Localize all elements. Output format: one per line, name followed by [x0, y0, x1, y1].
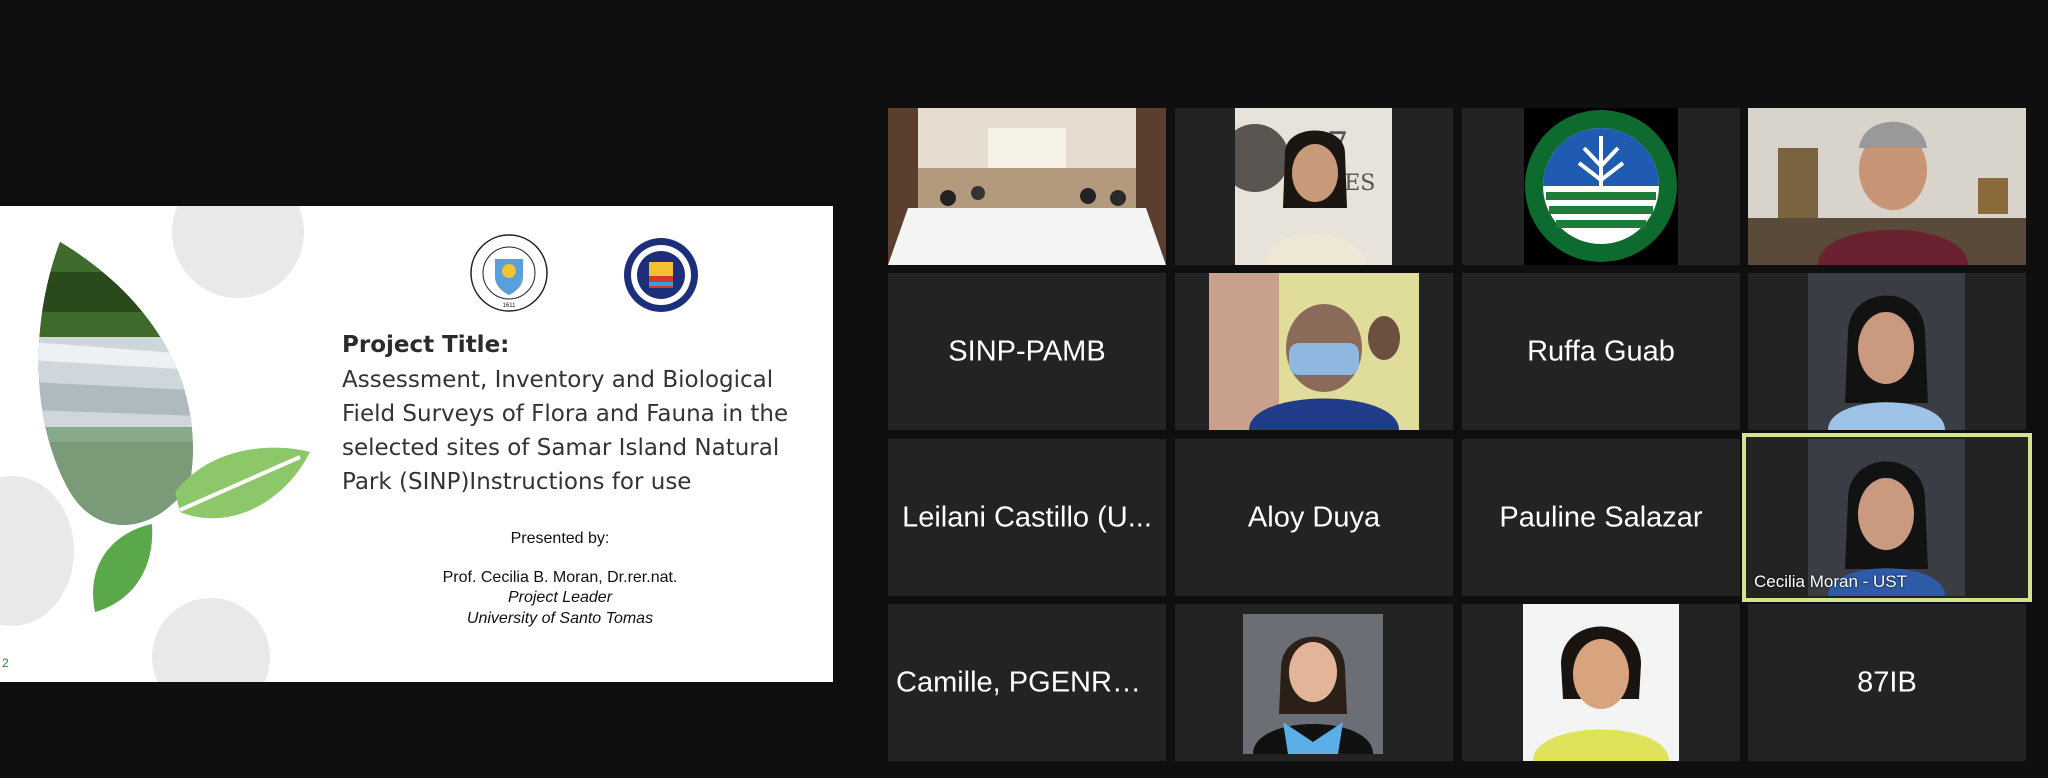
- participant-name: 87IB: [1857, 666, 1917, 698]
- participant-tile-aloy-duya[interactable]: Aloy Duya: [1175, 439, 1453, 596]
- svg-text:1611: 1611: [503, 303, 517, 309]
- participant-tile-pauline-salazar[interactable]: Pauline Salazar: [1462, 439, 1740, 596]
- participant-tile-ruffa-guab[interactable]: Ruffa Guab: [1462, 273, 1740, 430]
- participant-tile-yellow-shirt[interactable]: [1462, 604, 1740, 761]
- woman-participant-video: 17 NES: [1235, 108, 1392, 265]
- participant-tile-sinp-pamb[interactable]: SINP-PAMB: [888, 273, 1166, 430]
- participant-tile-camille-pgenro[interactable]: Camille, PGENRO...: [888, 604, 1166, 761]
- slide-institution: University of Santo Tomas: [466, 610, 654, 627]
- participant-name: Leilani Castillo (U...: [902, 501, 1152, 533]
- participant-name: SINP-PAMB: [948, 335, 1106, 367]
- participant-name: Ruffa Guab: [1527, 335, 1675, 367]
- participant-tile-denr[interactable]: [1462, 108, 1740, 265]
- slide-leaf-illustration: [38, 242, 310, 612]
- participant-tile-graduation-portrait[interactable]: [1175, 604, 1453, 761]
- leaf-dark: [93, 524, 153, 612]
- woman-portrait-photo: [1808, 273, 1965, 430]
- participant-tile-leilani-castillo[interactable]: Leilani Castillo (U...: [888, 439, 1166, 596]
- graduation-portrait-photo: [1243, 614, 1383, 754]
- ust-seal-logo: 1611: [470, 234, 548, 312]
- participant-tile-woman[interactable]: 17 NES: [1175, 108, 1453, 265]
- participant-tile-87ib[interactable]: 87IB: [1748, 604, 2026, 761]
- participant-name: Pauline Salazar: [1499, 501, 1703, 533]
- denr-logo: [1524, 108, 1678, 265]
- participant-name-label: Cecilia Moran - UST: [1754, 572, 1908, 591]
- participant-tile-woman-portrait[interactable]: [1748, 273, 2026, 430]
- participant-tile-cecilia-moran-active[interactable]: Cecilia Moran - UST: [1742, 433, 2032, 602]
- slide-title: Project Title:: [342, 332, 510, 358]
- participant-tile-masked[interactable]: [1175, 273, 1453, 430]
- slide-project-title: Assessment, Inventory and Biological Fie…: [342, 367, 789, 495]
- masked-participant-video: [1209, 273, 1419, 430]
- slide-role: Project Leader: [507, 589, 613, 606]
- participant-tile-conference-room[interactable]: [888, 108, 1166, 265]
- slide-presenter: Prof. Cecilia B. Moran, Dr.rer.nat.: [442, 569, 678, 586]
- conference-room-video: [888, 108, 1166, 265]
- participant-tile-man[interactable]: [1748, 108, 2026, 265]
- slide-page-number: 2: [2, 656, 9, 670]
- slide-presented-by: Presented by:: [510, 530, 610, 547]
- participant-name: Camille, PGENRO...: [896, 666, 1159, 698]
- yellow-shirt-portrait-photo: [1523, 604, 1679, 761]
- shared-slide: 1611 Project Title: Assessment, Inventor…: [0, 206, 833, 682]
- samar-seal-logo: [624, 238, 698, 312]
- participant-name: Aloy Duya: [1247, 501, 1381, 533]
- man-participant-video: [1748, 108, 2026, 265]
